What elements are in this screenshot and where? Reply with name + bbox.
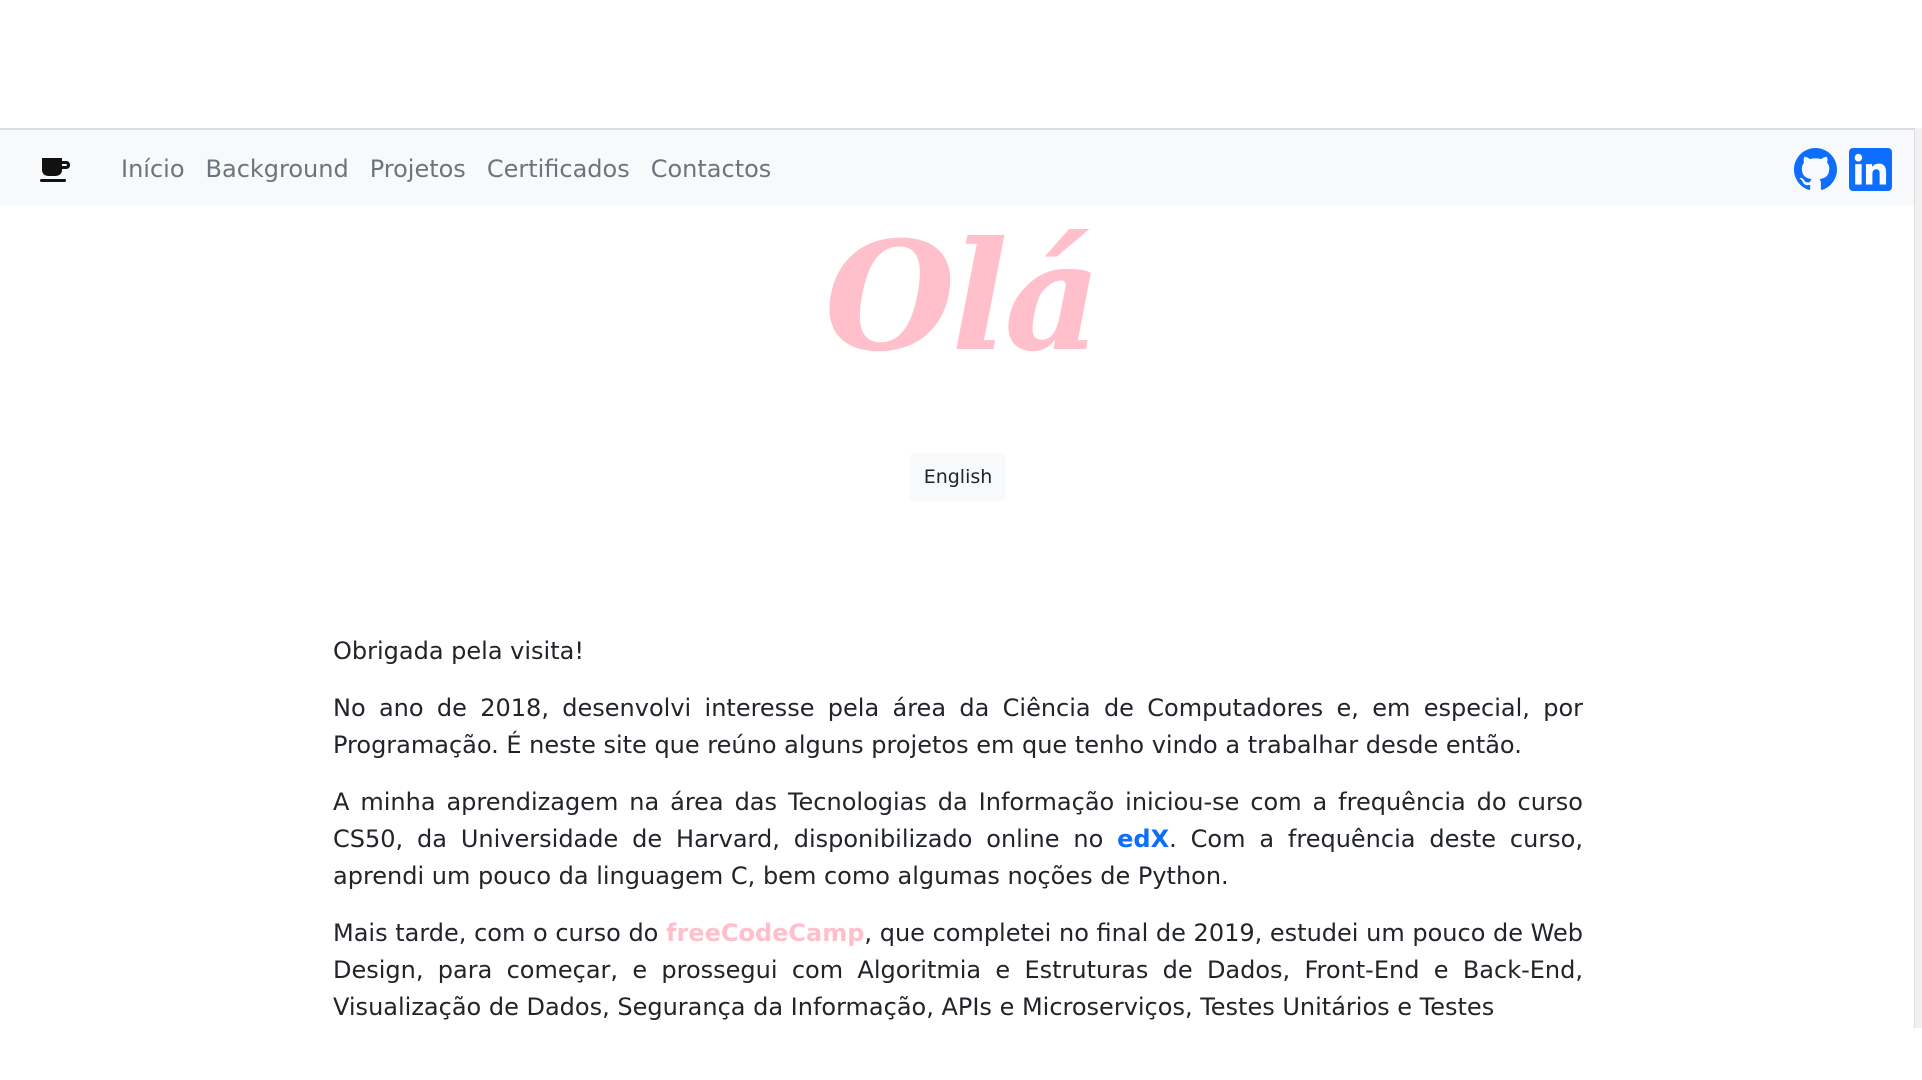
edx-link[interactable]: edX [1117, 825, 1169, 853]
hero-section: Olá English [0, 205, 1922, 590]
github-icon[interactable] [1794, 148, 1837, 191]
social-links [1782, 148, 1892, 191]
linkedin-icon[interactable] [1849, 148, 1892, 191]
paragraph-freecodecamp: Mais tarde, com o curso do freeCodeCamp,… [333, 915, 1583, 1026]
page-scrollbar[interactable] [1914, 128, 1922, 1028]
freecodecamp-link[interactable]: freeCodeCamp [666, 919, 864, 947]
nav-link-projetos[interactable]: Projetos [370, 155, 466, 183]
paragraph-cs50: A minha aprendizagem na área das Tecnolo… [333, 784, 1583, 895]
nav-link-inicio[interactable]: Início [121, 155, 185, 183]
top-blank-area [0, 0, 1922, 128]
nav-link-background[interactable]: Background [206, 155, 349, 183]
coffee-cup-icon[interactable] [40, 156, 72, 184]
paragraph-intro: No ano de 2018, desenvolvi interesse pel… [333, 694, 1583, 759]
navbar: Início Background Projetos Certificados … [0, 128, 1922, 205]
nav-link-contactos[interactable]: Contactos [651, 155, 772, 183]
nav-link-certificados[interactable]: Certificados [487, 155, 630, 183]
greeting-text: Obrigada pela visita! [333, 637, 584, 665]
language-toggle-button[interactable]: English [910, 453, 1006, 501]
nav-links: Início Background Projetos Certificados … [121, 130, 792, 207]
about-content: Obrigada pela visita! No ano de 2018, de… [333, 633, 1583, 1046]
hero-title: Olá [824, 209, 1102, 385]
paragraph-fcc-text-start: Mais tarde, com o curso do [333, 919, 667, 947]
